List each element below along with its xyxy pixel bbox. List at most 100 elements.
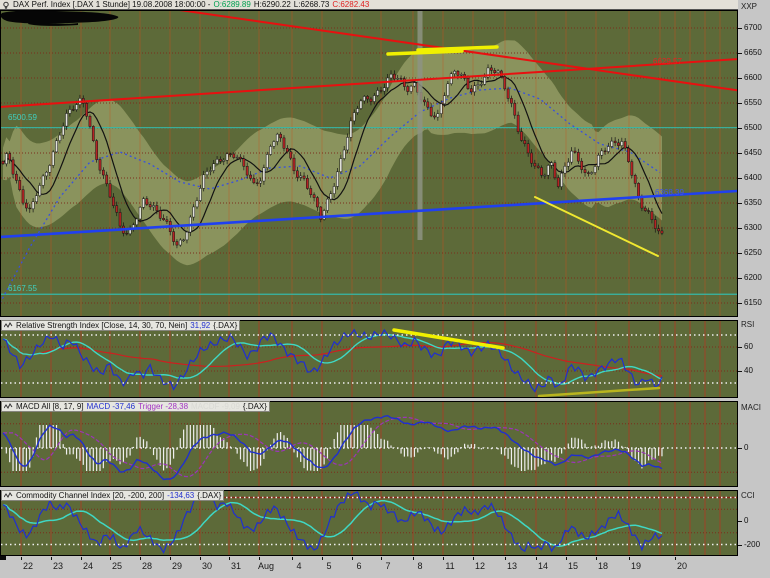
rsi-indicator-plot[interactable] [0,320,738,398]
time-tickmark [566,557,567,560]
price-tick-label: 6400 [744,173,762,182]
rsi-tickmark [738,371,742,372]
price-tick-label: 6150 [744,298,762,307]
time-tick-label: 28 [141,561,153,571]
macd-tick-label: 0 [744,443,749,452]
macd-symbol: {.DAX} [242,402,267,411]
price-tickmark [738,28,742,29]
time-tick-label: 6 [356,561,362,571]
time-tick-label: 25 [111,561,123,571]
macd-trigger-value: Trigger -28,38 [138,402,189,411]
price-tick-label: 6450 [744,148,762,157]
time-tickmark [21,557,22,560]
time-tick-label: 14 [537,561,549,571]
price-tick-label: 6600 [744,73,762,82]
macd-tickmark [738,448,742,449]
macd-header[interactable]: MACD All [8, 17, 9] MACD -37,46 Trigger … [1,401,270,412]
price-tickmark [738,78,742,79]
time-tickmark [51,557,52,560]
cci-value: -134,63 [167,491,195,500]
time-tickmark [110,557,111,560]
charting-application-window: DAX Perf. Index [.DAX 1 Stunde] 19.08.20… [0,0,770,578]
time-tick-label: 30 [201,561,213,571]
price-tick-label: 6700 [744,23,762,32]
chart-icon [3,1,9,9]
open-value: O:6289.89 [213,0,251,9]
time-tick-label: 13 [506,561,518,571]
cci-axis-title: CCI [741,491,755,500]
time-tickmark [292,557,293,560]
macd-value: MACD -37,46 [86,402,136,411]
time-tickmark [536,557,537,560]
indicator-icon [4,403,13,409]
rsi-header[interactable]: Relative Strength Index [Close, 14, 30, … [1,320,241,331]
cci-tick-label: 0 [744,516,749,525]
price-tick-label: 6650 [744,48,762,57]
time-tick-label: 24 [82,561,94,571]
rsi-header-label: Relative Strength Index [Close, 14, 30, … [16,321,188,330]
price-tickmark [738,253,742,254]
price-tick-label: 6550 [744,98,762,107]
time-tick-label: 18 [597,561,609,571]
macd-header-label: MACD All [8, 17, 9] [16,402,84,411]
rsi-symbol: {.DAX} [213,321,238,330]
rsi-axis-title: RSI [741,320,755,329]
time-tick-label: 15 [567,561,579,571]
time-tickmark [170,557,171,560]
resistance-price-label: 6500.59 [8,113,37,122]
main-price-chart-plot[interactable] [0,10,738,317]
time-tick-label: 20 [676,561,688,571]
indicator-icon [4,492,13,498]
time-tickmark [81,557,82,560]
time-tickmark [629,557,630,560]
price-axis[interactable]: XXP RSI MACI CCI 6700 6650 6600 6550 6500 645… [738,0,770,578]
low-value: L:6268.73 [293,0,330,9]
time-tick-label: 22 [22,561,34,571]
time-tick-label: 11 [445,561,455,571]
price-tick-label: 6350 [744,198,762,207]
price-tick-label: 6200 [744,273,762,282]
cci-tick-label: -200 [744,540,761,549]
cci-symbol: {.DAX} [197,491,222,500]
price-tickmark [738,178,742,179]
price-tickmark [738,228,742,229]
rsi-tick-label: 60 [744,342,753,351]
price-axis-title: XXP [741,2,758,11]
time-tick-label: 7 [385,561,391,571]
time-tick-label: 29 [171,561,183,571]
rsi-tick-label: 40 [744,366,753,375]
price-tickmark [738,103,742,104]
window-title: DAX Perf. Index [.DAX 1 Stunde] 19.08.20… [13,0,211,9]
trendline-blue-price-label: 6368.39 [655,188,684,197]
trendline-red-price-label: 6629.57 [653,57,682,66]
rsi-value: 31,92 [190,321,211,330]
cci-header-label: Commodity Channel Index [20, -200, 200] [16,491,165,500]
cci-header[interactable]: Commodity Channel Index [20, -200, 200] … [1,490,225,501]
close-value: C:6282.43 [332,0,370,9]
macd-axis-title: MACI [741,403,761,412]
time-tickmark [505,557,506,560]
price-tick-label: 6250 [744,248,762,257]
macd-hist-value: MACDF -9,09 [191,402,240,411]
time-tickmark [596,557,597,560]
time-tickmark [675,557,676,560]
time-tick-label: 23 [52,561,64,571]
cci-tickmark [738,521,742,522]
panel-corner [0,556,6,560]
time-axis[interactable]: 22 23 24 25 28 29 30 31 Aug 4 5 6 7 8 11 12 13 14 15 18 19 20 [0,556,738,578]
time-tickmark [259,557,260,560]
high-value: H:6290.22 [253,0,291,9]
price-tick-label: 6500 [744,123,762,132]
time-tickmark [413,557,414,560]
time-tick-label: 19 [630,561,642,571]
cci-tickmark [738,545,742,546]
price-tickmark [738,53,742,54]
indicator-icon [4,322,13,328]
macd-indicator-plot[interactable] [0,401,738,487]
time-tickmark [473,557,474,560]
support-price-label: 6167.55 [8,284,37,293]
time-tick-label: 12 [474,561,486,571]
rsi-tickmark [738,347,742,348]
time-tickmark [381,557,382,560]
price-tickmark [738,128,742,129]
